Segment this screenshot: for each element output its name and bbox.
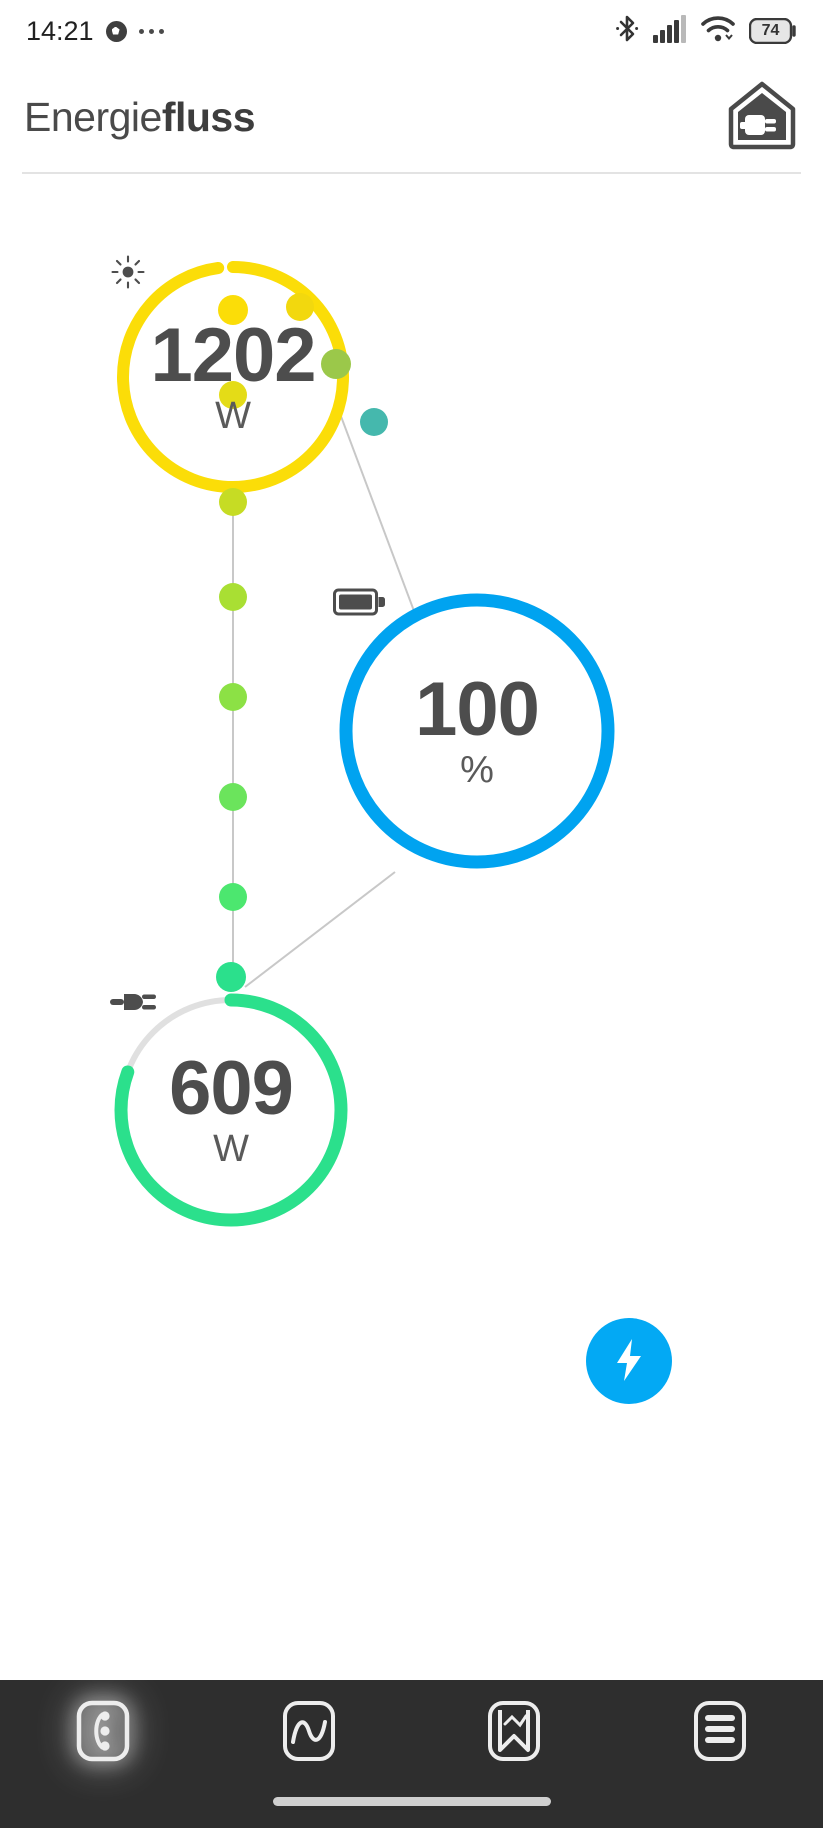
- energy-flow-diagram: 1202 W 100 % 609 W: [0, 172, 823, 1488]
- page-title-bold: fluss: [161, 93, 256, 140]
- status-bar-clock: 14:21: [26, 15, 94, 46]
- nav-energy-flow[interactable]: [0, 1700, 206, 1767]
- page-header: Energiefluss: [0, 62, 823, 172]
- nav-live-chart[interactable]: [206, 1700, 412, 1767]
- page-title: Energiefluss: [24, 93, 256, 141]
- wifi-icon: [701, 15, 735, 48]
- house-plug-icon: [725, 79, 799, 156]
- battery-unit: %: [460, 749, 494, 792]
- cellular-signal-icon: [653, 14, 687, 48]
- solar-value: 1202: [150, 313, 316, 398]
- bluetooth-icon: [615, 14, 639, 49]
- ribbon-chart-icon: [487, 1700, 541, 1767]
- battery-level-label: 74: [761, 22, 780, 39]
- status-bar-left: 14:21: [26, 16, 164, 47]
- sine-wave-icon: [282, 1700, 336, 1767]
- status-bar-right: 74: [615, 14, 797, 49]
- gesture-home-indicator[interactable]: [272, 1797, 551, 1806]
- battery-value: 100: [415, 667, 540, 752]
- battery-icon: 74: [749, 18, 797, 44]
- home-value: 609: [169, 1046, 294, 1131]
- solar-node[interactable]: 1202 W: [110, 254, 356, 500]
- charge-fab[interactable]: [586, 1318, 672, 1404]
- battery-to-home-line: [244, 871, 396, 988]
- nav-menu[interactable]: [617, 1700, 823, 1767]
- list-menu-icon: [693, 1700, 747, 1767]
- home-unit: W: [213, 1128, 249, 1171]
- football-icon: [105, 20, 127, 42]
- lightning-bolt-icon: [612, 1337, 646, 1386]
- more-dots-icon: [138, 28, 164, 34]
- page-title-light: Energie: [24, 93, 162, 140]
- nav-statistics[interactable]: [412, 1700, 618, 1767]
- energy-flow-icon: [76, 1700, 130, 1767]
- house-plug-button[interactable]: [725, 79, 799, 156]
- app-root: 14:21 74 Energiefluss 1202 W 100 % 609 W: [0, 0, 823, 1828]
- status-bar: 14:21 74: [0, 0, 823, 62]
- home-consumption-node[interactable]: 609 W: [108, 987, 354, 1233]
- solar-unit: W: [215, 395, 251, 438]
- battery-node[interactable]: 100 %: [333, 587, 621, 875]
